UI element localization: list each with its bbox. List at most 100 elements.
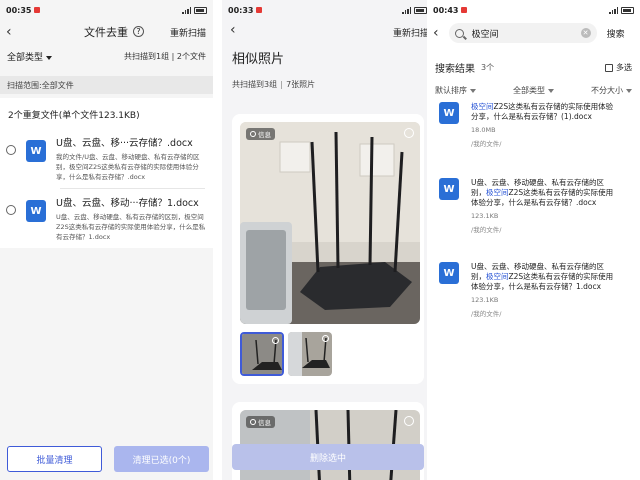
file-name: U盘、云盘、移···云存储？.docx [56,138,193,149]
delete-selected-button[interactable]: 删除选中 [232,444,424,470]
size-filter-label: 不分大小 [591,86,623,95]
file-description: 我的文件/U盘、云盘、移动硬盘、私有云存储的区别，极空间Z2S这类私有云存储的实… [56,153,200,181]
multi-select-button[interactable]: 多选 [605,62,632,73]
search-screen: 00:43 ‹ 极空间 ✕ 搜索 搜索结果 3个 多选 默认排序 全部类型 不分… [427,0,640,480]
search-button[interactable]: 搜索 [607,27,625,40]
list-item[interactable]: W U盘、云盘、移动···存储？1.docx U盘、云盘、移动硬盘、私有云存储的… [0,189,213,249]
search-input[interactable]: 极空间 ✕ [448,23,597,43]
multi-select-label: 多选 [616,63,632,72]
select-circle[interactable] [404,416,414,426]
status-time: 00:33 [228,5,254,15]
file-name: U盘、云盘、移动硬盘、私有云存储的区别，极空间Z2S这类私有云存储的实际使用体验… [471,262,616,292]
results-count: 3个 [481,63,495,72]
select-circle[interactable] [322,335,329,342]
photo-thumbnail[interactable] [240,332,284,376]
select-circle[interactable] [404,128,414,138]
file-name: U盘、云盘、移动···存储？1.docx [56,198,199,209]
file-path: /我的文件/ [471,140,502,148]
word-file-icon: W [26,140,46,162]
chevron-down-icon [470,88,476,93]
duplicate-group: 2个重复文件(单个文件123.1KB) W U盘、云盘、移···云存储？.doc… [0,98,213,248]
battery-icon [194,6,207,14]
file-size: 123.1KB [471,212,499,220]
notification-icon [34,7,41,13]
chevron-down-icon [626,88,632,93]
list-item[interactable]: W U盘、云盘、移动硬盘、私有云存储的区别，极空间Z2S这类私有云存储的实际使用… [439,262,629,318]
list-item[interactable]: W U盘、云盘、移···云存储？.docx 我的文件/U盘、云盘、移动硬盘、私有… [0,129,213,189]
photo-count: 7张照片 [286,80,316,89]
info-icon [250,131,256,137]
signal-icon [402,6,411,14]
sort-default-dropdown[interactable]: 默认排序 [435,85,476,96]
info-badge-label: 信息 [258,419,271,427]
file-path: /我的文件/ [471,310,502,318]
rescan-button[interactable]: 重新扫描 [170,26,206,39]
file-name: U盘、云盘、移动硬盘、私有云存储的区别，极空间Z2S这类私有云存储的实际使用体验… [471,178,616,208]
info-badge-label: 信息 [258,131,271,139]
query-highlight: 极空间 [486,188,509,197]
page-title: 文件去重 [84,26,128,39]
results-title: 搜索结果 [435,64,475,75]
info-badge[interactable]: 信息 [246,416,275,428]
router-photo [240,122,420,324]
duplicate-files-screen: 00:35 ‹ 文件去重 ? 重新扫描 全部类型 共扫描到1组 | 2个文件 扫… [0,0,213,480]
clear-icon[interactable]: ✕ [580,28,591,38]
info-badge[interactable]: 信息 [246,128,275,140]
battery-icon [621,6,634,14]
info-icon [250,419,256,425]
word-file-icon: W [439,262,459,284]
status-time: 00:43 [433,5,459,15]
search-query: 极空间 [471,29,499,40]
size-filter-dropdown[interactable]: 不分大小 [591,85,632,96]
clean-selected-button[interactable]: 清理已选(0个) [114,446,209,472]
photo-main[interactable]: 信息 [240,122,420,324]
file-path: /我的文件/ [471,226,502,234]
word-file-icon: W [439,102,459,124]
back-arrow-icon[interactable]: ‹ [433,25,439,41]
back-arrow-icon[interactable]: ‹ [6,24,12,40]
search-icon [454,28,464,38]
notification-icon [461,7,468,13]
word-file-icon: W [439,178,459,200]
scan-scope: 扫描范围:全部文件 [0,76,213,94]
sort-default-label: 默认排序 [435,86,467,95]
group-count: 共扫描到3组 [232,80,278,89]
file-size: 123.1KB [471,296,499,304]
similar-photos-screen: 00:33 ‹ 重新扫描 相似照片 共扫描到3组 7张照片 信息 信息 删除选中 [222,0,433,480]
status-bar: 00:33 [222,0,433,20]
list-item[interactable]: W U盘、云盘、移动硬盘、私有云存储的区别，极空间Z2S这类私有云存储的实际使用… [439,178,629,234]
checkbox-icon [605,63,613,72]
query-highlight: 极空间 [486,272,509,281]
rescan-button[interactable]: 重新扫描 [393,26,429,39]
type-filter-dropdown[interactable]: 全部类型 [7,50,53,63]
divider [213,0,222,480]
photo-group-card: 信息 [232,114,424,384]
photo-thumbnail[interactable] [288,332,332,376]
type-filter-label: 全部类型 [513,86,545,95]
page-title: 相似照片 [232,52,285,67]
duplicate-group-header: 2个重复文件(单个文件123.1KB) [8,111,140,121]
select-circle[interactable] [272,337,279,344]
signal-icon [609,6,618,14]
back-arrow-icon[interactable]: ‹ [230,22,236,38]
type-filter-label: 全部类型 [7,52,44,63]
scan-count: 共扫描到1组 | 2个文件 [124,51,206,61]
notification-icon [256,7,263,13]
status-bar: 00:35 [0,0,213,20]
file-description: U盘、云盘、移动硬盘、私有云存储的区别，极空间Z2S这类私有云存储的实际使用体验… [56,213,206,241]
file-name: 极空间Z2S这类私有云存储的实际使用体验分享，什么是私有云存储？(1).docx [471,102,616,122]
type-filter-dropdown[interactable]: 全部类型 [513,85,554,96]
select-radio[interactable] [6,205,16,215]
select-radio[interactable] [6,145,16,155]
chevron-down-icon [548,88,554,93]
query-highlight: 极空间 [471,102,494,111]
batch-clean-button[interactable]: 批量清理 [7,446,102,472]
word-file-icon: W [26,200,46,222]
status-time: 00:35 [6,5,32,15]
divider [281,80,283,89]
status-bar: 00:43 [427,0,640,20]
battery-icon [414,6,427,14]
file-size: 18.0MB [471,126,496,134]
list-item[interactable]: W 极空间Z2S这类私有云存储的实际使用体验分享，什么是私有云存储？(1).do… [439,102,629,148]
help-icon[interactable]: ? [133,26,144,37]
